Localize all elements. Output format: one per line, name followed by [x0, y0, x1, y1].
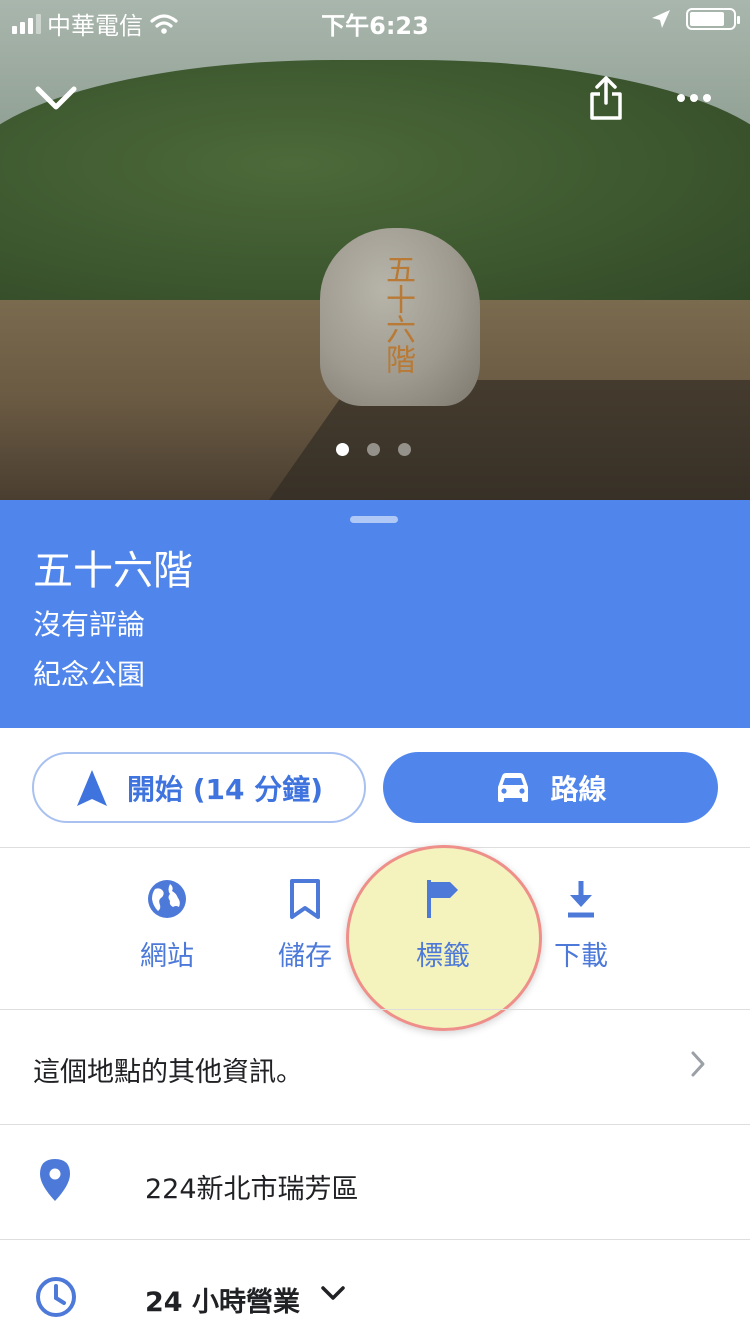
hours-row[interactable]: 24 小時營業 [0, 1240, 750, 1334]
page-dot-3 [398, 443, 411, 456]
location-pin-icon [40, 1159, 70, 1201]
chevron-right-icon [691, 1051, 705, 1077]
battery-icon [686, 8, 740, 30]
place-category: 紀念公園 [33, 658, 146, 691]
share-button[interactable] [578, 70, 634, 126]
save-label: 儲存 [278, 941, 332, 972]
chevron-down-icon[interactable] [320, 1284, 346, 1302]
more-options-button[interactable] [666, 70, 722, 126]
start-label: 開始 (14 分鐘) [126, 772, 324, 806]
stone-inscription: 五十六階 [380, 254, 415, 374]
download-icon [568, 881, 594, 918]
start-navigation-button[interactable]: 開始 (14 分鐘) [32, 752, 366, 823]
status-time: 下午6:23 [321, 12, 429, 40]
page-dot-1 [336, 443, 349, 456]
place-photo[interactable]: 五十六階 [0, 0, 750, 500]
more-info-text: 這個地點的其他資訊。 [33, 1057, 303, 1088]
more-info-row[interactable]: 這個地點的其他資訊。 [0, 1010, 750, 1124]
hours-text: 24 小時營業 [145, 1287, 300, 1318]
save-action[interactable]: 儲存 [245, 878, 365, 973]
clock-icon [36, 1277, 76, 1317]
more-icon [677, 94, 711, 102]
bookmark-icon [290, 879, 320, 919]
action-row: 網站 儲存 標籤 下載 [0, 848, 750, 1010]
website-label: 網站 [140, 941, 194, 972]
label-action[interactable]: 標籤 [383, 878, 503, 973]
label-label: 標籤 [416, 941, 470, 972]
flag-icon [427, 880, 458, 918]
directions-button[interactable]: 路線 [383, 752, 718, 823]
place-header: 五十六階 沒有評論 紀念公園 [0, 500, 750, 728]
download-label: 下載 [554, 941, 608, 972]
car-icon [498, 772, 529, 802]
share-icon [590, 76, 622, 120]
navigation-arrow-icon [76, 769, 107, 806]
status-bar: 中華電信 下午6:23 [0, 0, 750, 40]
memorial-stone: 五十六階 [320, 228, 480, 406]
chevron-down-icon [35, 86, 77, 110]
page-dot-2 [367, 443, 380, 456]
globe-icon [148, 880, 186, 918]
photo-page-indicator [336, 443, 411, 456]
website-action[interactable]: 網站 [107, 878, 227, 973]
place-title: 五十六階 [33, 548, 193, 594]
address-row[interactable]: 224新北市瑞芳區 [0, 1125, 750, 1239]
download-action[interactable]: 下載 [521, 878, 641, 973]
collapse-button[interactable] [28, 70, 84, 126]
route-label: 路線 [550, 772, 607, 806]
drag-handle[interactable] [350, 516, 398, 523]
reviews-text[interactable]: 沒有評論 [33, 603, 145, 643]
location-arrow-icon [652, 10, 670, 28]
address-text: 224新北市瑞芳區 [145, 1174, 359, 1205]
